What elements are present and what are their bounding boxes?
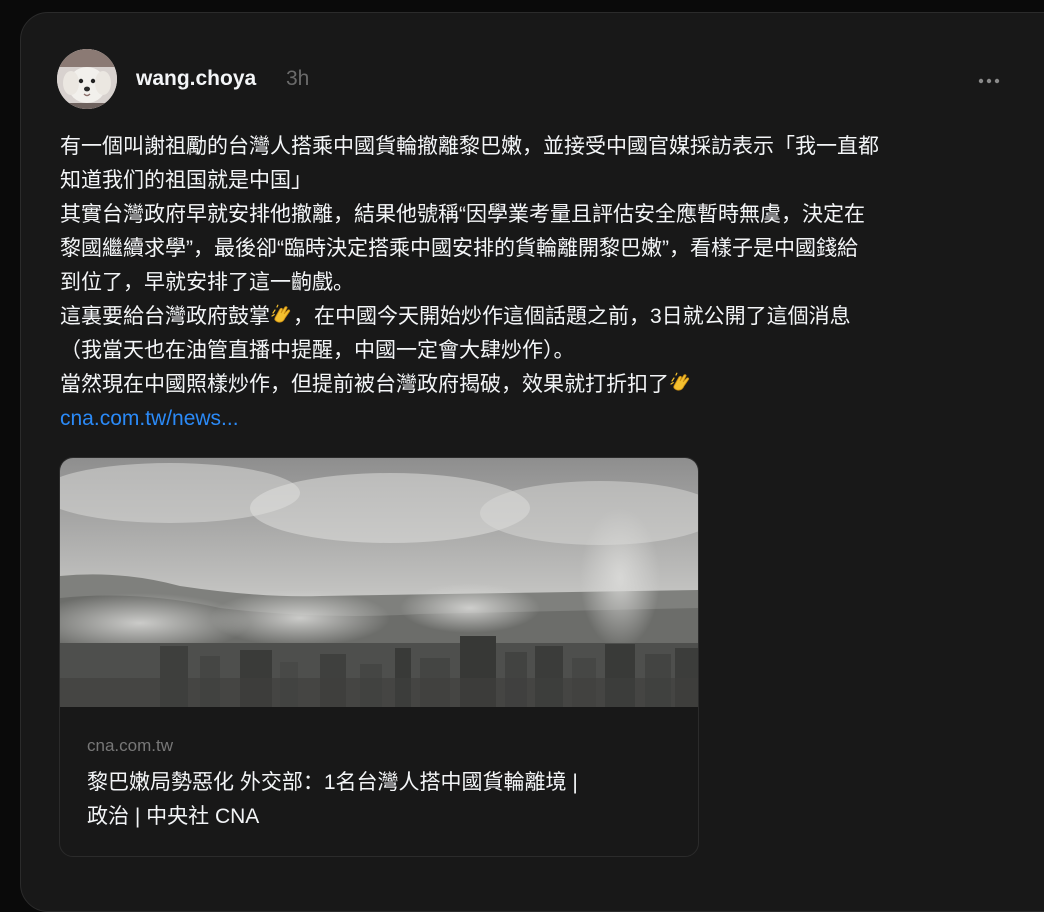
- clapping-hands-emoji-icon: [271, 304, 291, 323]
- clapping-hands-emoji-icon: [670, 372, 690, 391]
- post-text-line-with-emoji: 這裏要給台灣政府鼓掌 ，在中國今天開始炒作這個話題之前，3日就公開了這個消息: [60, 300, 1010, 334]
- link-preview-image: [60, 458, 698, 707]
- post-text-line: 有一個叫謝祖勵的台灣人搭乘中國貨輪撤離黎巴嫩，並接受中國官媒採訪表示「我一直都: [60, 135, 879, 158]
- post-text-line: 黎國繼續求學”，最後卻“臨時決定搭乘中國安排的貨輪離開黎巴嫩”，看樣子是中國錢給: [60, 237, 858, 260]
- post-text-line: 到位了，早就安排了這一齣戲。: [60, 271, 354, 294]
- link-preview-card[interactable]: cna.com.tw 黎巴嫩局勢惡化 外交部：1名台灣人搭中國貨輪離境 | 政治…: [59, 457, 699, 857]
- link-preview-domain: cna.com.tw: [87, 736, 173, 755]
- username[interactable]: wang.choya: [136, 67, 256, 91]
- more-options-button[interactable]: [969, 71, 1009, 91]
- post-text-segment: ，在中國今天開始炒作這個話題之前，3日就公開了這個消息: [293, 305, 851, 328]
- user-avatar[interactable]: [57, 49, 117, 109]
- post-text-segment: 當然現在中國照樣炒作，但提前被台灣政府揭破，效果就打折扣了: [60, 373, 669, 396]
- post-text-line-with-emoji: 當然現在中國照樣炒作，但提前被台灣政府揭破，效果就打折扣了: [60, 368, 1010, 402]
- more-horizontal-icon: [978, 78, 1000, 84]
- post-text-line: （我當天也在油管直播中提醒，中國一定會大肆炒作）。: [60, 339, 575, 362]
- post-timestamp: 3h: [286, 67, 310, 90]
- post-text-line: 其實台灣政府早就安排他撤離，結果他號稱“因學業考量且評估安全應暫時無虞，決定在: [60, 203, 865, 226]
- post-text-line: 知道我们的祖国就是中国」: [60, 169, 312, 192]
- post-body: 有一個叫謝祖勵的台灣人搭乘中國貨輪撤離黎巴嫩，並接受中國官媒採訪表示「我一直都 …: [60, 130, 1010, 436]
- post-card: wang.choya 3h 有一個叫謝祖勵的台灣人搭乘中國貨輪撤離黎巴嫩，並接受…: [20, 12, 1044, 912]
- link-preview-title-line: 黎巴嫩局勢惡化 外交部：1名台灣人搭中國貨輪離境 |: [87, 771, 578, 794]
- post-text-segment: 這裏要給台灣政府鼓掌: [60, 305, 270, 328]
- link-preview-title: 黎巴嫩局勢惡化 外交部：1名台灣人搭中國貨輪離境 | 政治 | 中央社 CNA: [87, 766, 677, 834]
- post-link[interactable]: cna.com.tw/news...: [60, 402, 1010, 436]
- dog-avatar-icon: [57, 49, 117, 109]
- link-preview-title-line: 政治 | 中央社 CNA: [87, 805, 260, 828]
